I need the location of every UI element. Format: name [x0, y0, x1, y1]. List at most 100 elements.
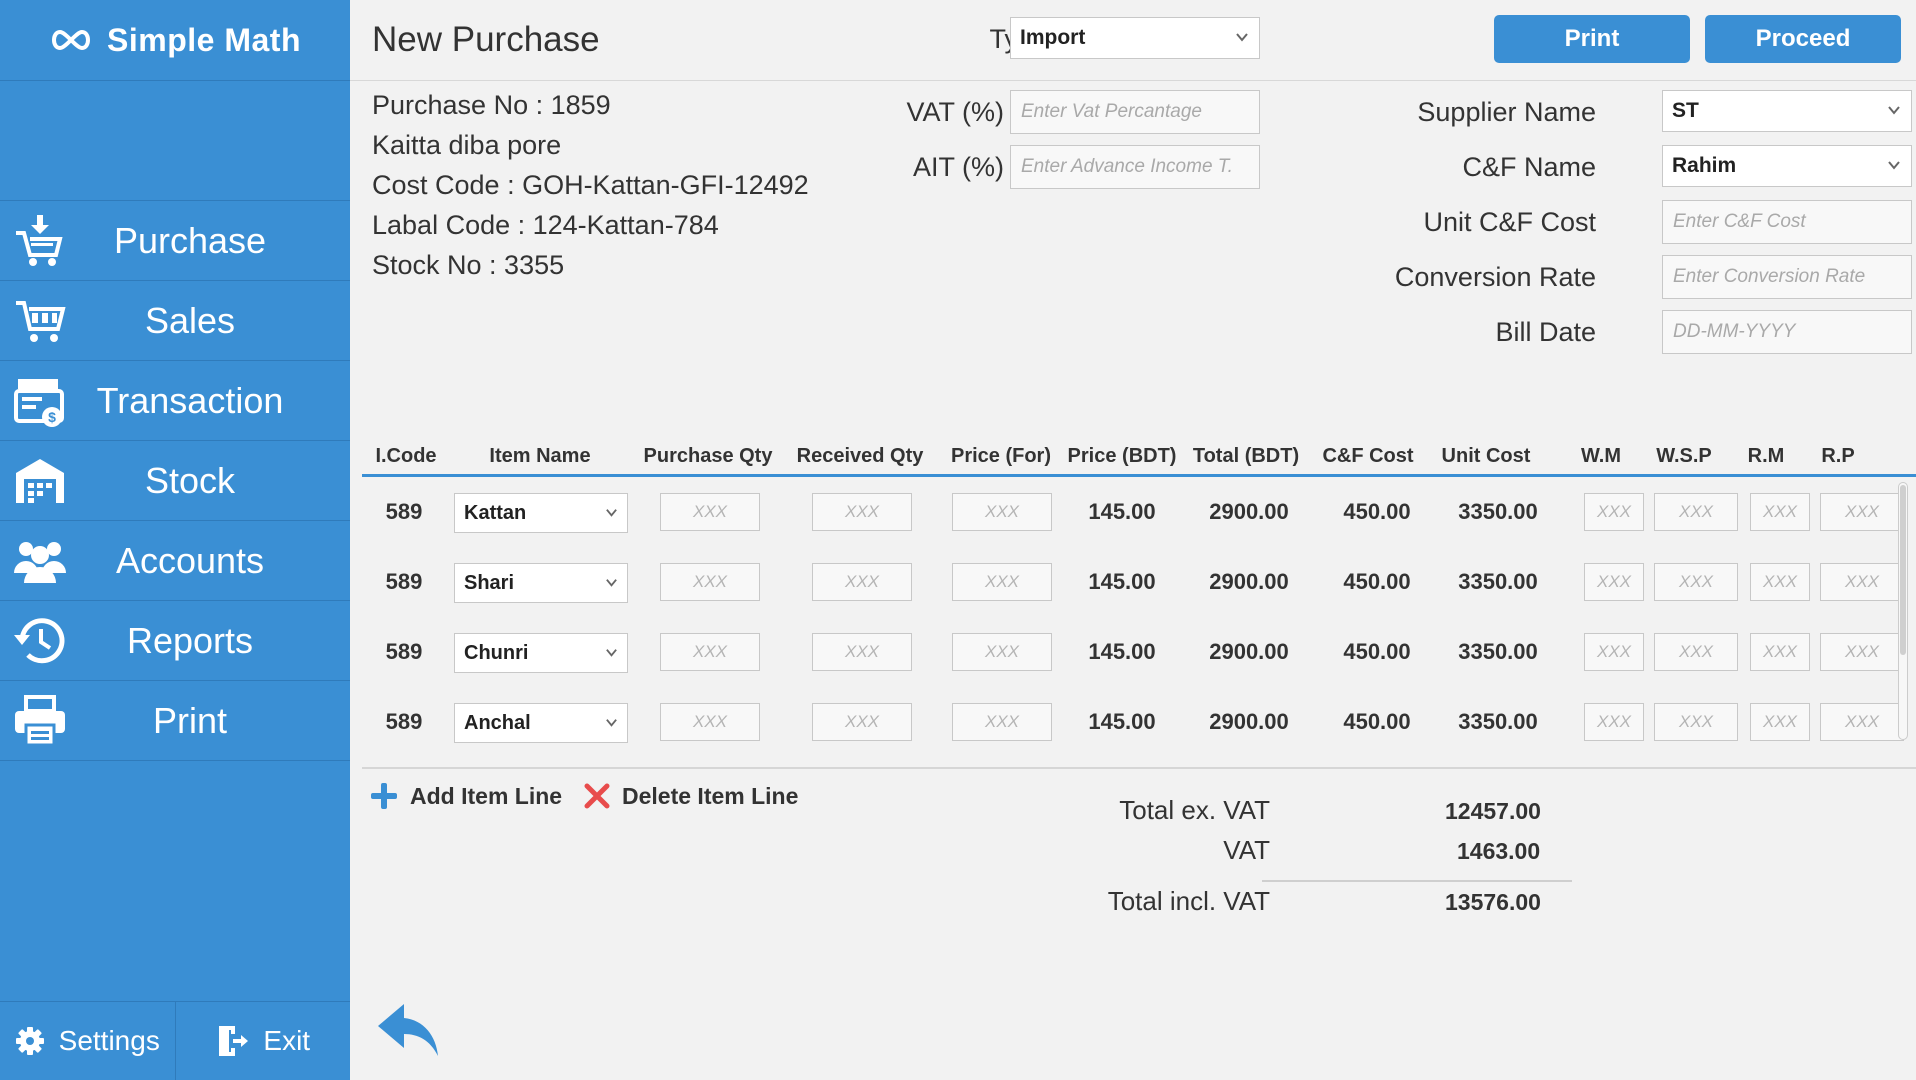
conversion-rate-label: Conversion Rate — [1394, 262, 1596, 292]
item-name-select[interactable]: Chunri — [454, 633, 628, 673]
settings-button[interactable]: Settings — [0, 1002, 176, 1080]
exit-button[interactable]: Exit — [176, 1002, 351, 1080]
type-select[interactable]: Import — [1010, 17, 1260, 59]
wm-input[interactable]: XXX — [1584, 703, 1644, 741]
item-name-value: Anchal — [464, 711, 531, 734]
unit-cost: 3350.00 — [1458, 639, 1538, 664]
sidebar-item-stock[interactable]: Stock — [0, 441, 350, 521]
purchase-qty-input[interactable]: XXX — [660, 563, 760, 601]
purchase-note: Kaitta diba pore — [372, 130, 562, 160]
back-arrow-icon[interactable] — [376, 1000, 442, 1060]
warehouse-icon — [16, 459, 64, 503]
wm-input[interactable]: XXX — [1584, 563, 1644, 601]
purchase-qty-input[interactable]: XXX — [660, 633, 760, 671]
price-bdt: 145.00 — [1088, 499, 1156, 524]
main-content: New Purchase Type Import Print Proceed P… — [350, 0, 1916, 1080]
ait-label: AIT (%) — [912, 152, 1004, 182]
received-qty-input[interactable]: XXX — [812, 563, 912, 601]
close-icon — [584, 783, 610, 809]
rm-input[interactable]: XXX — [1750, 633, 1810, 671]
add-item-line-button[interactable]: Add Item Line — [370, 780, 562, 812]
received-qty-input[interactable]: XXX — [812, 703, 912, 741]
column-header: Purchase Qty — [643, 445, 773, 467]
table-scrollbar[interactable] — [1898, 482, 1908, 740]
totals-divider — [1262, 880, 1572, 882]
rp-input[interactable]: XXX — [1820, 493, 1904, 531]
item-name-select[interactable]: Shari — [454, 563, 628, 603]
item-name-value: Shari — [464, 571, 515, 594]
item-name-select[interactable]: Anchal — [454, 703, 628, 743]
conversion-rate-input[interactable]: Enter Conversion Rate — [1662, 255, 1912, 299]
cart-icon — [16, 301, 66, 342]
label-code: Labal Code : 124-Kattan-784 — [372, 210, 719, 240]
bill-date-input[interactable]: DD-MM-YYYY — [1662, 310, 1912, 354]
rp-input[interactable]: XXX — [1820, 563, 1904, 601]
price-foreign-input[interactable]: XXX — [952, 493, 1052, 531]
table-row: 589 Shari XXX XXX XXX 145.00 2900.00 450… — [362, 551, 1904, 617]
scrollbar-thumb[interactable] — [1900, 485, 1906, 655]
cf-name-select[interactable]: Rahim — [1662, 145, 1912, 187]
price-bdt: 145.00 — [1088, 569, 1156, 594]
chevron-down-icon — [1236, 33, 1248, 42]
app-name: Simple Math — [107, 21, 301, 58]
sidebar-item-purchase[interactable]: Purchase — [0, 201, 350, 281]
vat-label: VAT (%) — [906, 97, 1004, 127]
rp-input[interactable]: XXX — [1820, 703, 1904, 741]
price-foreign-input[interactable]: XXX — [952, 633, 1052, 671]
sidebar-item-reports[interactable]: Reports — [0, 601, 350, 681]
chevron-down-icon — [1888, 106, 1900, 115]
vat-input[interactable]: Enter Vat Percantage — [1010, 90, 1260, 134]
unit-cf-cost-label: Unit C&F Cost — [1423, 207, 1596, 237]
received-qty-input[interactable]: XXX — [812, 493, 912, 531]
rm-input[interactable]: XXX — [1750, 493, 1810, 531]
item-name-select[interactable]: Kattan — [454, 493, 628, 533]
proceed-button[interactable]: Proceed — [1705, 15, 1901, 63]
ait-input[interactable]: Enter Advance Income T. — [1010, 145, 1260, 189]
column-header: Received Qty — [796, 445, 924, 467]
unit-cf-cost-input[interactable]: Enter C&F Cost — [1662, 200, 1912, 244]
sidebar-item-accounts[interactable]: Accounts — [0, 521, 350, 601]
purchase-qty-input[interactable]: XXX — [660, 493, 760, 531]
history-icon — [14, 618, 65, 664]
purchase-qty-input[interactable]: XXX — [660, 703, 760, 741]
column-header: Price (For) — [950, 445, 1052, 467]
total-bdt: 2900.00 — [1209, 499, 1289, 524]
price-foreign-input[interactable]: XXX — [952, 563, 1052, 601]
unit-cost: 3350.00 — [1458, 709, 1538, 734]
sidebar-item-transaction[interactable]: $ Transaction — [0, 361, 350, 441]
printer-icon — [15, 695, 65, 747]
column-header: Unit Cost — [1441, 445, 1531, 467]
rp-input[interactable]: XXX — [1820, 633, 1904, 671]
column-header: Item Name — [489, 445, 591, 467]
column-header: W.M — [1581, 445, 1621, 467]
wm-input[interactable]: XXX — [1584, 493, 1644, 531]
cart-download-icon — [16, 215, 63, 266]
rm-input[interactable]: XXX — [1750, 703, 1810, 741]
supplier-select[interactable]: ST — [1662, 90, 1912, 132]
print-button[interactable]: Print — [1494, 15, 1690, 63]
price-bdt: 145.00 — [1088, 709, 1156, 734]
column-header: W.S.P — [1656, 445, 1712, 467]
sidebar-item-sales[interactable]: Sales — [0, 281, 350, 361]
cf-name-select-value: Rahim — [1672, 154, 1737, 177]
sidebar-footer: Settings Exit — [0, 1001, 350, 1080]
wm-input[interactable]: XXX — [1584, 633, 1644, 671]
svg-text:$: $ — [48, 409, 56, 425]
delete-item-line-button[interactable]: Delete Item Line — [584, 780, 798, 812]
wsp-input[interactable]: XXX — [1654, 703, 1738, 741]
item-name-value: Chunri — [464, 641, 529, 664]
item-code: 589 — [385, 709, 423, 734]
wsp-input[interactable]: XXX — [1654, 563, 1738, 601]
wsp-input[interactable]: XXX — [1654, 493, 1738, 531]
vat-total-value: 1463.00 — [1457, 838, 1541, 864]
exit-door-icon — [219, 1026, 249, 1056]
infinity-logo-icon — [52, 29, 90, 51]
wsp-input[interactable]: XXX — [1654, 633, 1738, 671]
received-qty-input[interactable]: XXX — [812, 633, 912, 671]
price-foreign-input[interactable]: XXX — [952, 703, 1052, 741]
sidebar-item-print[interactable]: Print — [0, 681, 350, 761]
delete-item-line-label: Delete Item Line — [622, 782, 799, 809]
stock-number: Stock No : 3355 — [372, 250, 565, 280]
rm-input[interactable]: XXX — [1750, 563, 1810, 601]
total-bdt: 2900.00 — [1209, 709, 1289, 734]
